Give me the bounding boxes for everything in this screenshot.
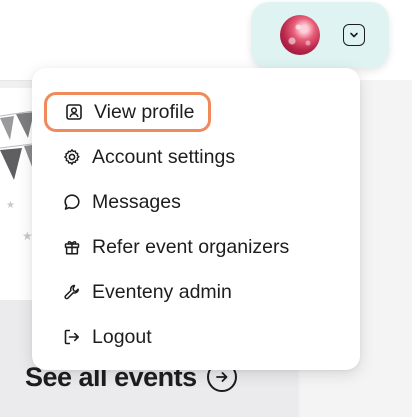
menu-item-label: Refer event organizers <box>92 235 290 258</box>
menu-item-view-profile[interactable]: View profile <box>44 92 212 132</box>
profile-dropdown-menu: View profile Account settings Messages R… <box>32 68 360 370</box>
chevron-down-icon[interactable] <box>343 24 365 46</box>
menu-item-account-settings[interactable]: Account settings <box>46 137 249 177</box>
menu-item-label: View profile <box>94 100 195 123</box>
menu-item-label: Eventeny admin <box>92 280 232 303</box>
menu-item-label: Logout <box>92 325 152 348</box>
menu-item-eventeny-admin[interactable]: Eventeny admin <box>46 272 246 312</box>
menu-item-label: Messages <box>92 190 181 213</box>
avatar <box>280 15 320 55</box>
menu-item-logout[interactable]: Logout <box>46 317 166 357</box>
svg-text:★: ★ <box>6 200 15 211</box>
menu-item-messages[interactable]: Messages <box>46 182 195 222</box>
menu-item-refer-organizers[interactable]: Refer event organizers <box>46 227 303 267</box>
menu-item-label: Account settings <box>92 145 236 168</box>
logout-icon <box>62 327 82 347</box>
gift-icon <box>62 237 82 257</box>
gear-icon <box>62 147 82 167</box>
profile-icon <box>64 102 84 122</box>
wrench-icon <box>62 282 82 302</box>
chat-bubble-icon <box>62 192 82 212</box>
profile-menu-trigger[interactable] <box>251 2 389 68</box>
